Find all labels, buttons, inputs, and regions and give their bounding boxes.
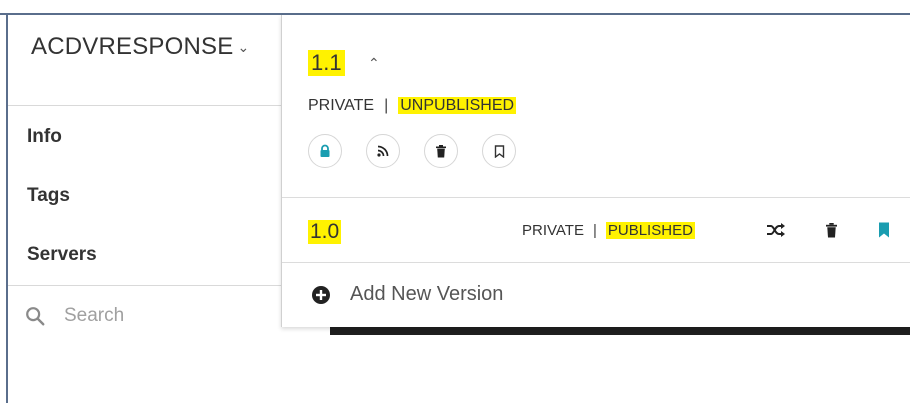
- current-version-actions: [308, 134, 516, 168]
- rss-button[interactable]: [366, 134, 400, 168]
- api-title-label: ACDVRESPONSE: [31, 33, 234, 60]
- chevron-up-icon[interactable]: ⌃: [368, 55, 380, 72]
- add-new-version-button[interactable]: Add New Version: [312, 283, 503, 306]
- trash-icon: [436, 144, 446, 157]
- delete-button[interactable]: [424, 134, 458, 168]
- current-version-label: 1.1: [308, 50, 345, 76]
- delete-button[interactable]: [821, 220, 841, 240]
- sidebar-divider: [8, 105, 282, 106]
- sidebar-divider: [8, 285, 282, 286]
- lock-button[interactable]: [308, 134, 342, 168]
- background-content: [330, 327, 910, 335]
- chevron-down-icon: ⌄: [237, 39, 250, 56]
- versions-dropdown-panel: 1.1 ⌃ PRIVATE | UNPUBLISHED 1.0 PRIVATE …: [281, 15, 910, 327]
- sidebar-item-info[interactable]: Info: [27, 126, 62, 148]
- sidebar-item-servers[interactable]: Servers: [27, 244, 97, 266]
- sidebar: [8, 15, 282, 403]
- publish-state-label: UNPUBLISHED: [398, 97, 517, 114]
- plus-circle-icon: [312, 285, 330, 304]
- row-divider: [282, 262, 910, 263]
- version-row-label[interactable]: 1.0: [308, 220, 342, 244]
- rss-icon: [377, 145, 389, 157]
- publish-state-label: PUBLISHED: [605, 222, 695, 239]
- add-new-version-label: Add New Version: [350, 283, 504, 305]
- search-icon: [26, 307, 45, 326]
- bookmark-icon: [879, 222, 889, 238]
- bookmark-button[interactable]: [874, 220, 894, 240]
- version-row-status: PRIVATE | PUBLISHED: [522, 222, 695, 239]
- visibility-label: PRIVATE: [522, 222, 584, 239]
- shuffle-icon: [767, 223, 785, 237]
- shuffle-button[interactable]: [766, 220, 786, 240]
- search-input[interactable]: [64, 305, 244, 327]
- visibility-label: PRIVATE: [308, 97, 375, 114]
- status-separator: |: [384, 97, 389, 114]
- current-version-status: PRIVATE | UNPUBLISHED: [308, 97, 517, 115]
- lock-icon: [320, 144, 330, 157]
- bookmark-icon: [494, 144, 504, 158]
- trash-icon: [825, 222, 837, 237]
- sidebar-item-tags[interactable]: Tags: [27, 185, 70, 207]
- search-bar: [24, 302, 264, 330]
- bookmark-button[interactable]: [482, 134, 516, 168]
- status-separator: |: [592, 222, 597, 239]
- row-divider: [282, 197, 910, 198]
- api-title-dropdown[interactable]: ACDVRESPONSE ⌄: [31, 33, 249, 61]
